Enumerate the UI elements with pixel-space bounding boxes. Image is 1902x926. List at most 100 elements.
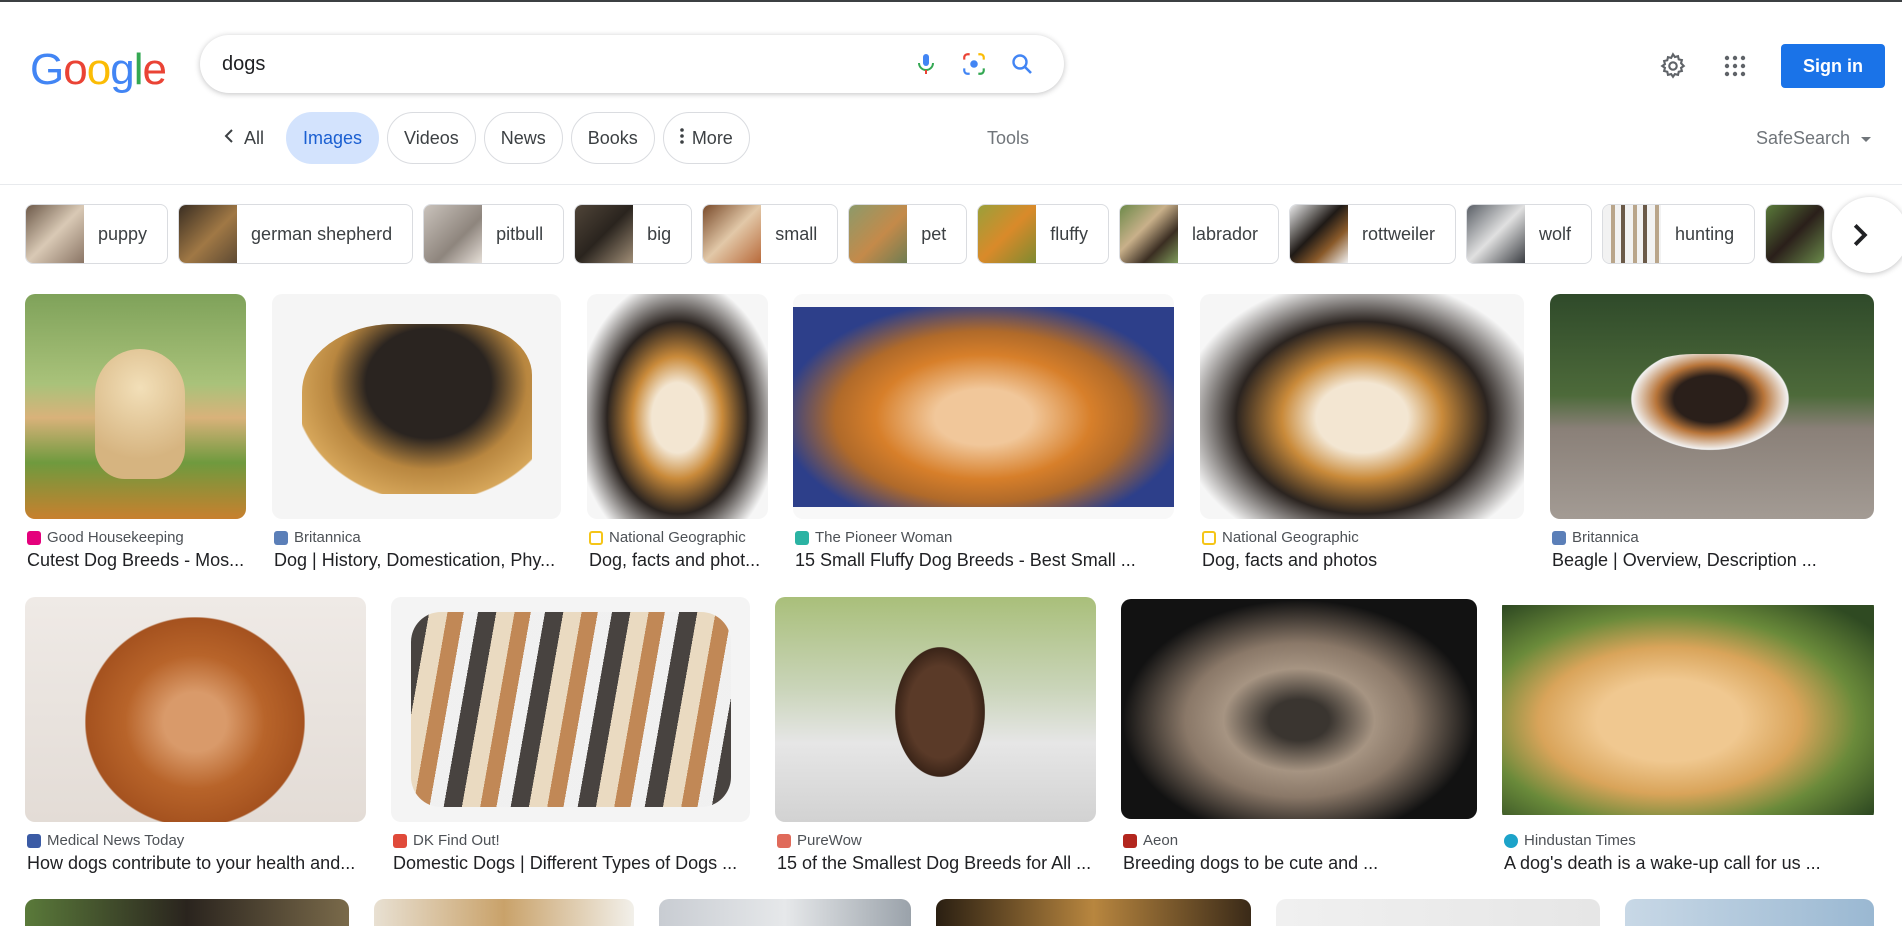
tab-books[interactable]: Books [570, 112, 655, 164]
favicon-icon [795, 530, 809, 545]
favicon-icon [1552, 530, 1566, 545]
image-result[interactable]: DK Find Out! Domestic Dogs | Different T… [391, 597, 750, 874]
chip-label: pet [921, 223, 947, 244]
result-thumbnail [1200, 294, 1524, 519]
image-result[interactable]: National Geographic Dog, facts and phot.… [587, 294, 768, 571]
favicon-icon [1504, 833, 1518, 848]
favicon-icon [27, 530, 41, 545]
chip-thumbnail [575, 205, 634, 263]
chip-thumbnail [424, 205, 483, 263]
result-thumbnail [1121, 597, 1477, 822]
chip-pitbull[interactable]: pitbull [423, 204, 565, 264]
image-result[interactable]: The Pioneer Woman 15 Small Fluffy Dog Br… [793, 294, 1174, 571]
tab-videos[interactable]: Videos [387, 112, 476, 164]
search-icon[interactable] [1002, 44, 1042, 84]
chip-next-partial[interactable] [1765, 204, 1826, 264]
sign-in-button[interactable]: Sign in [1781, 44, 1885, 88]
chip-rottweiler[interactable]: rottweiler [1288, 204, 1457, 264]
google-logo[interactable]: Google [30, 45, 167, 95]
result-thumbnail [1502, 597, 1874, 822]
caret-down-icon [1860, 128, 1872, 149]
image-result[interactable]: Medical News Today How dogs contribute t… [25, 597, 366, 874]
result-source: National Geographic [1222, 529, 1359, 546]
result-source: Britannica [1572, 529, 1639, 546]
tab-news[interactable]: News [483, 112, 563, 164]
tools-button[interactable]: Tools [987, 128, 1029, 149]
image-result-partial[interactable] [659, 899, 911, 926]
chip-small[interactable]: small [702, 204, 839, 264]
search-tabs: All Images Videos News Books More [208, 112, 750, 164]
favicon-icon [777, 833, 791, 848]
image-result[interactable]: National Geographic Dog, facts and photo… [1200, 294, 1524, 571]
image-result-partial[interactable] [936, 899, 1251, 926]
tab-label: Books [587, 127, 638, 148]
result-source: National Geographic [609, 529, 746, 546]
result-thumbnail [793, 294, 1174, 519]
result-thumbnail [775, 597, 1096, 822]
tab-more[interactable]: More [662, 112, 750, 164]
result-title: Breeding dogs to be cute and ... [1123, 853, 1379, 873]
safesearch-button[interactable]: SafeSearch [1756, 128, 1872, 149]
result-thumbnail [1550, 294, 1874, 519]
result-source: Good Housekeeping [47, 529, 184, 546]
chip-big[interactable]: big [574, 204, 693, 264]
chip-thumbnail [849, 205, 908, 263]
settings-gear-icon[interactable] [1649, 42, 1697, 90]
apps-grid-icon[interactable] [1711, 42, 1759, 90]
favicon-icon [1202, 530, 1216, 545]
chip-label: labrador [1191, 223, 1258, 244]
result-source: The Pioneer Woman [815, 529, 953, 546]
result-title: 15 of the Smallest Dog Breeds for All ..… [777, 853, 1092, 873]
tab-label: More [691, 127, 733, 148]
result-title: Domestic Dogs | Different Types of Dogs … [393, 853, 738, 873]
image-result-partial[interactable] [1625, 899, 1874, 926]
tab-label: All [244, 127, 265, 148]
chip-fluffy[interactable]: fluffy [977, 204, 1109, 264]
image-result[interactable]: PureWow 15 of the Smallest Dog Breeds fo… [775, 597, 1096, 874]
search-input[interactable] [222, 52, 898, 76]
result-source: DK Find Out! [413, 832, 500, 849]
image-result-partial[interactable] [1276, 899, 1600, 926]
image-result[interactable]: Britannica Dog | History, Domestication,… [272, 294, 561, 571]
chip-thumbnail [1467, 205, 1526, 263]
more-vert-icon [680, 127, 684, 149]
image-result-partial[interactable] [374, 899, 634, 926]
image-result[interactable]: Aeon Breeding dogs to be cute and ... [1121, 597, 1477, 874]
chip-labrador[interactable]: labrador [1118, 204, 1279, 264]
chip-label: hunting [1675, 223, 1735, 244]
chip-thumbnail [1766, 205, 1825, 263]
image-result-partial[interactable] [25, 899, 349, 926]
chip-german-shepherd[interactable]: german shepherd [178, 204, 414, 264]
image-result[interactable]: Good Housekeeping Cutest Dog Breeds - Mo… [25, 294, 246, 571]
chip-thumbnail [978, 205, 1037, 263]
tab-images[interactable]: Images [286, 112, 380, 164]
result-thumbnail [25, 294, 246, 519]
favicon-icon [393, 833, 407, 848]
chip-thumbnail [179, 205, 238, 263]
result-source: Hindustan Times [1524, 832, 1636, 849]
chip-label: german shepherd [251, 223, 393, 244]
chips-next-arrow-icon[interactable] [1832, 197, 1902, 273]
chip-thumbnail [26, 205, 84, 263]
result-thumbnail [587, 294, 768, 519]
header-actions: Sign in [1649, 42, 1885, 90]
chip-puppy[interactable]: puppy [25, 204, 169, 264]
result-title: Beagle | Overview, Description ... [1552, 550, 1817, 570]
tab-all[interactable]: All [208, 112, 278, 164]
result-title: A dog's death is a wake-up call for us .… [1504, 853, 1821, 873]
image-result[interactable]: Hindustan Times A dog's death is a wake-… [1502, 597, 1874, 874]
favicon-icon [274, 530, 288, 545]
microphone-icon[interactable] [906, 44, 946, 84]
chip-thumbnail [1119, 205, 1178, 263]
chip-label: small [775, 223, 818, 244]
result-title: 15 Small Fluffy Dog Breeds - Best Small … [795, 550, 1136, 570]
image-result[interactable]: Britannica Beagle | Overview, Descriptio… [1550, 294, 1874, 571]
chip-wolf[interactable]: wolf [1466, 204, 1593, 264]
result-thumbnail [25, 597, 366, 822]
result-source: PureWow [797, 832, 862, 849]
chip-pet[interactable]: pet [848, 204, 968, 264]
lens-camera-icon[interactable] [954, 44, 994, 84]
chip-hunting[interactable]: hunting [1602, 204, 1756, 264]
result-title: Dog, facts and phot... [589, 550, 761, 570]
result-source: Aeon [1143, 832, 1179, 849]
